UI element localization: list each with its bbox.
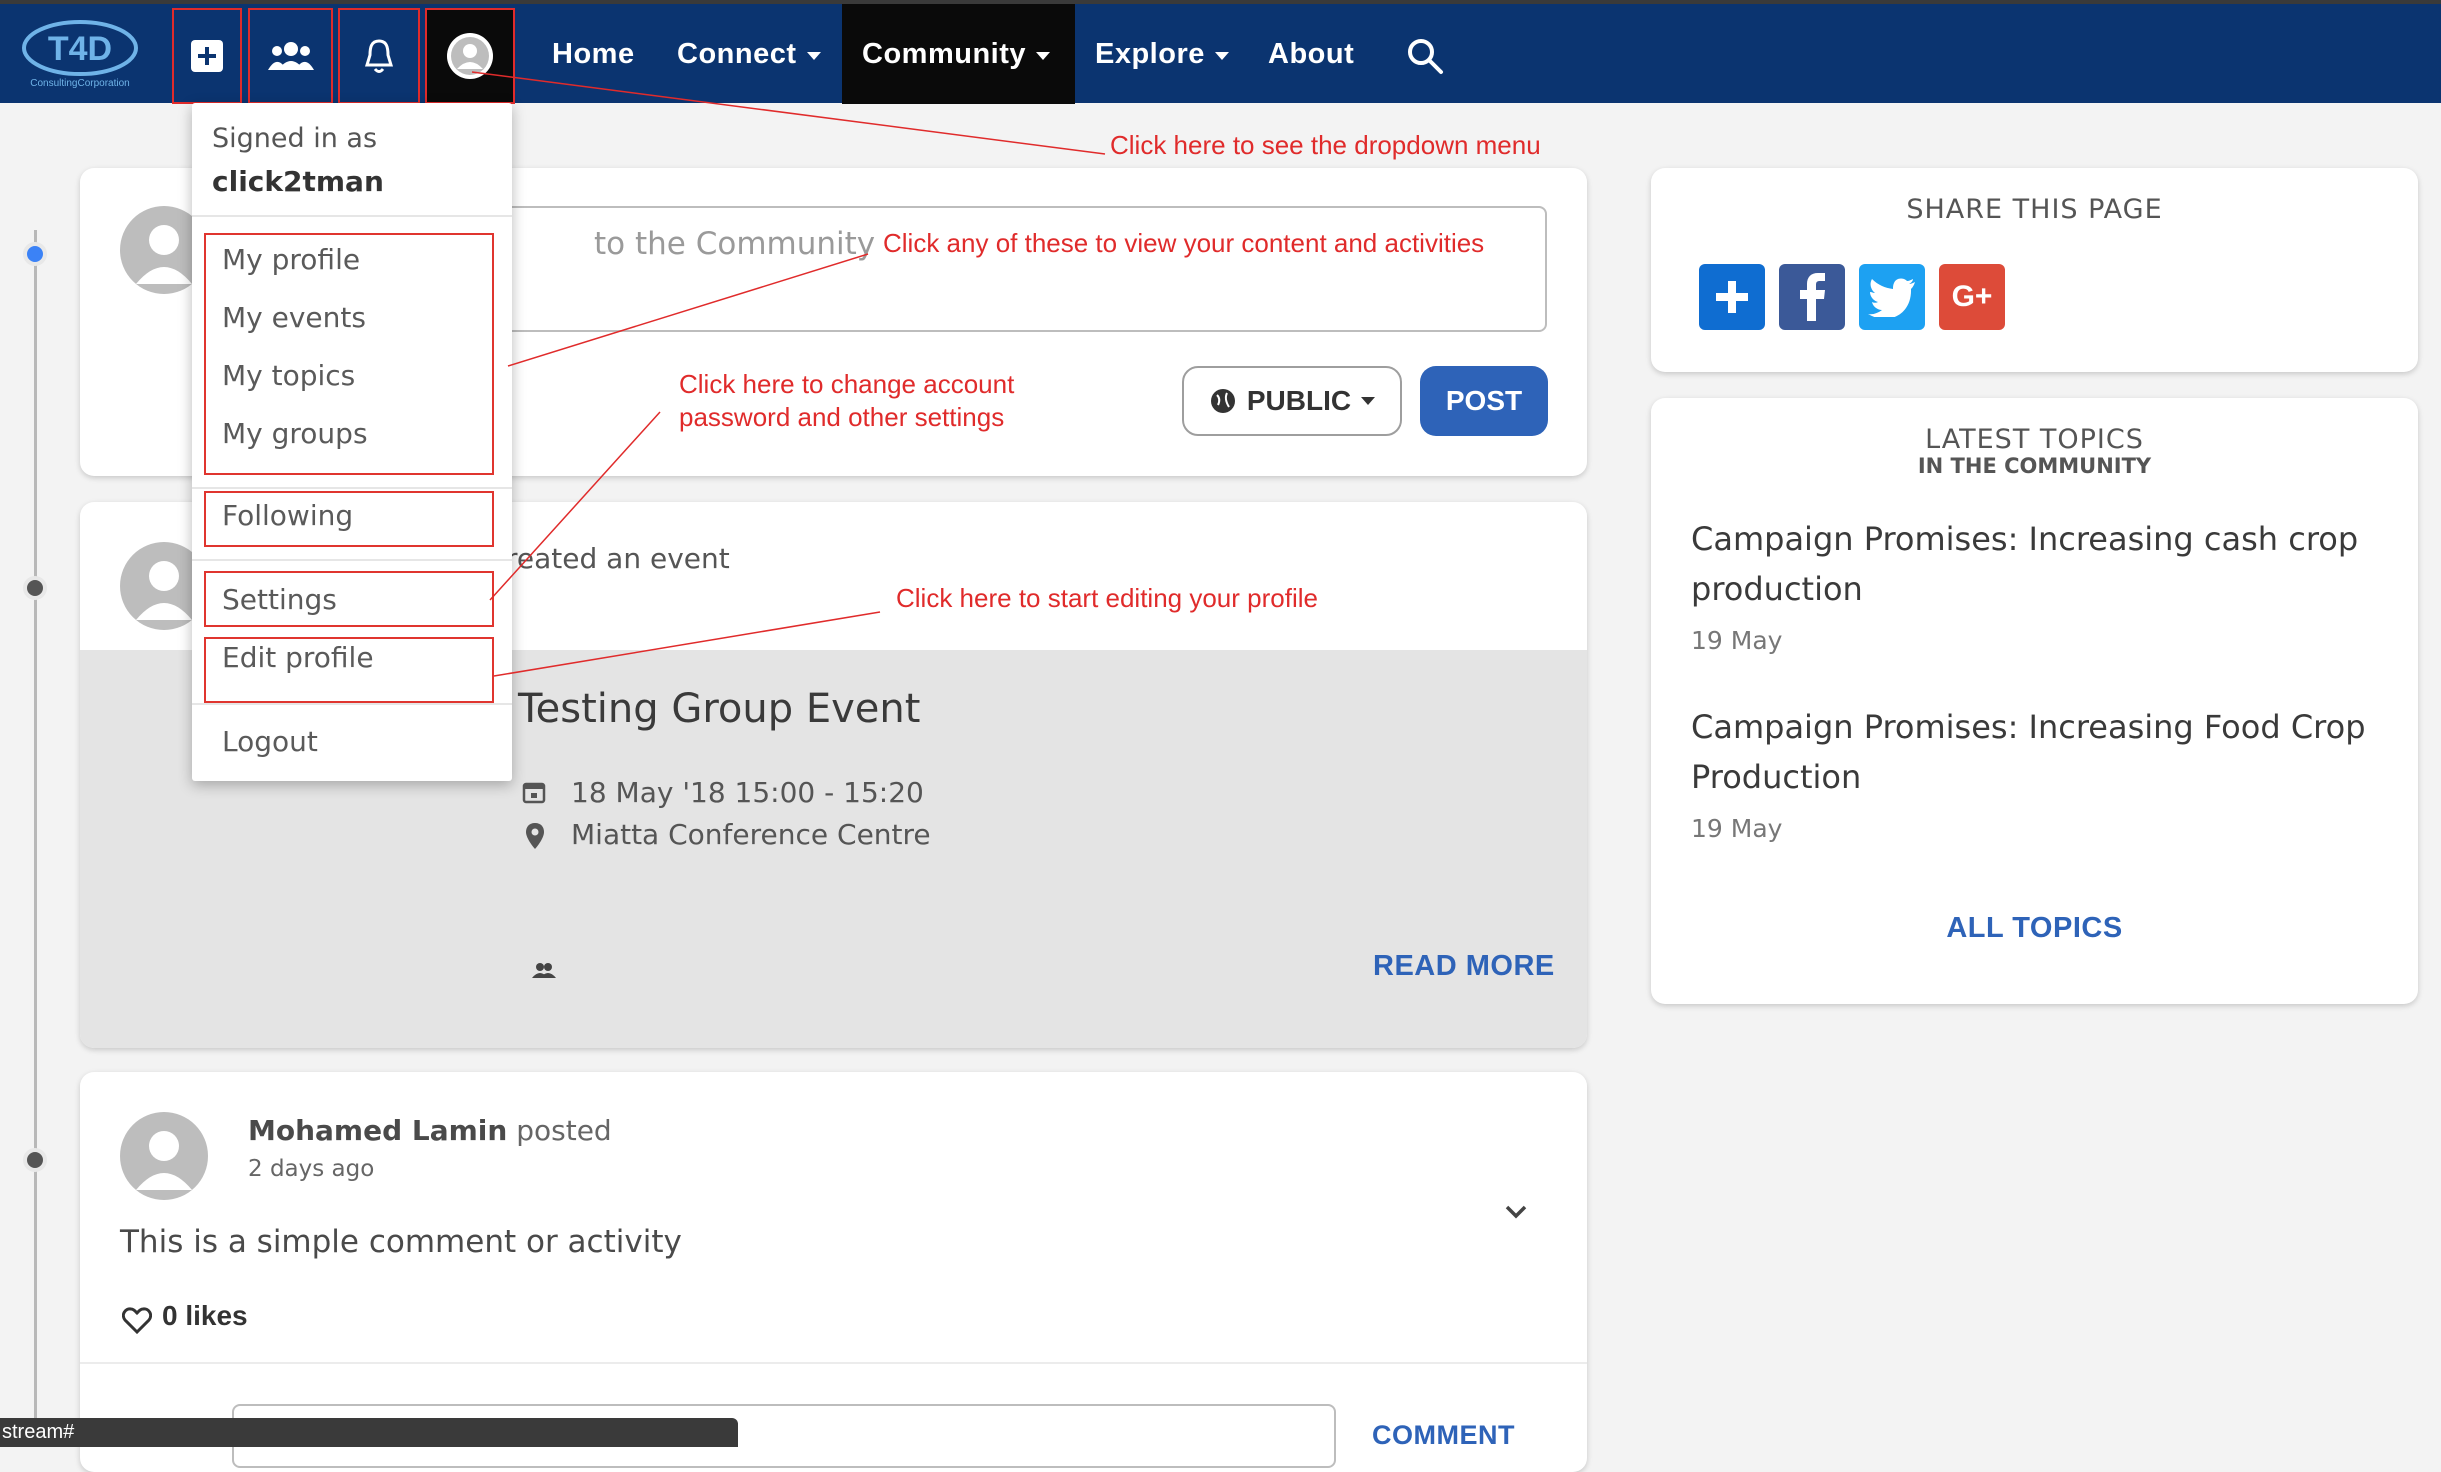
post-textarea[interactable]: to the Community (480, 206, 1547, 332)
share-twitter-button[interactable] (1859, 264, 1925, 330)
post-action: posted (516, 1114, 612, 1147)
location-pin-icon (526, 823, 544, 849)
topic-title-line: Production (1691, 758, 1862, 796)
post-header: Mohamed Lamin posted (248, 1114, 612, 1147)
menu-following[interactable]: Following (222, 499, 353, 532)
nav-community-label: Community (862, 37, 1026, 70)
menu-settings[interactable]: Settings (222, 583, 337, 616)
divider (192, 703, 512, 705)
logo-subtext: ConsultingCorporation (30, 78, 130, 89)
activity-post-card: Mohamed Lamin posted 2 days ago This is … (80, 1072, 1587, 1472)
plus-square-icon (191, 40, 223, 72)
chevron-down-icon[interactable] (1504, 1204, 1528, 1220)
twitter-icon (1868, 278, 1915, 317)
share-facebook-button[interactable] (1779, 264, 1845, 330)
facebook-icon (1800, 273, 1825, 321)
event-action-text: reated an event (506, 542, 730, 575)
heart-icon[interactable] (122, 1306, 152, 1334)
menu-my-events[interactable]: My events (222, 301, 366, 334)
read-more-link[interactable]: READ MORE (1373, 950, 1555, 983)
likes-count[interactable]: 0 likes (162, 1300, 248, 1332)
event-date: 18 May '18 15:00 - 15:20 (571, 776, 924, 809)
annotation-settings-line: Click here to change account (679, 369, 1015, 399)
latest-title: LATEST TOPICS (1925, 424, 2144, 455)
globe-icon (1210, 389, 1235, 413)
signed-in-label: Signed in as (212, 123, 378, 154)
topic-date: 19 May (1691, 814, 1783, 843)
group-icon (532, 963, 556, 978)
annotation-edit-profile: Click here to start editing your profile (896, 583, 1318, 613)
calendar-icon (522, 782, 546, 804)
latest-subtitle: IN THE COMMUNITY (1917, 454, 2152, 478)
topic-title-line: Campaign Promises: Increasing cash crop (1691, 520, 2359, 558)
nav-community[interactable]: Community (842, 4, 1075, 104)
event-title[interactable]: Testing Group Event (518, 686, 920, 732)
logo-text: T4D (48, 30, 112, 68)
topic-title-line: Campaign Promises: Increasing Food Crop (1691, 708, 2366, 746)
chevron-down-icon (1036, 52, 1050, 60)
divider (192, 487, 512, 489)
nav-home[interactable]: Home (552, 4, 635, 104)
visibility-select[interactable]: PUBLIC (1182, 366, 1402, 436)
plus-icon (1716, 281, 1748, 313)
topic-link[interactable]: Campaign Promises: Increasing Food Crop … (1691, 702, 2366, 802)
status-bar-url: stream# (0, 1418, 738, 1447)
share-addthis-button[interactable] (1699, 264, 1765, 330)
chevron-down-icon (1214, 52, 1229, 60)
nav-connect[interactable]: Connect (677, 4, 821, 104)
comment-button[interactable]: COMMENT (1372, 1420, 1515, 1451)
event-location: Miatta Conference Centre (571, 818, 931, 851)
post-placeholder: to the Community (594, 226, 876, 262)
annotation-settings: Click here to change account password an… (679, 368, 1014, 434)
annotation-settings-line: password and other settings (679, 402, 1005, 432)
nav-explore-label: Explore (1095, 37, 1205, 70)
menu-my-profile[interactable]: My profile (222, 243, 360, 276)
search-icon (1408, 39, 1443, 74)
nav-connect-label: Connect (677, 37, 797, 70)
logo[interactable]: T4D ConsultingCorporation (18, 18, 143, 90)
account-avatar-icon (447, 33, 493, 79)
timeline-dot (23, 576, 47, 600)
annotation-content: Click any of these to view your content … (883, 228, 1485, 258)
account-dropdown-menu: Signed in as click2tman My profile My ev… (192, 103, 512, 781)
chevron-down-icon (806, 52, 821, 60)
all-topics-link[interactable]: ALL TOPICS (1651, 912, 2418, 945)
top-navbar: T4D ConsultingCorporation Home Connect C… (0, 0, 2441, 104)
post-time[interactable]: 2 days ago (248, 1156, 374, 1182)
notifications-button[interactable] (338, 8, 420, 104)
latest-topics-card: LATEST TOPICS IN THE COMMUNITY Campaign … (1651, 398, 2418, 1004)
menu-my-topics[interactable]: My topics (222, 359, 355, 392)
divider (80, 1362, 1587, 1364)
share-card: SHARE THIS PAGE G+ (1651, 168, 2418, 372)
post-button[interactable]: POST (1420, 366, 1548, 436)
topic-title-line: production (1691, 570, 1863, 608)
signed-in-username: click2tman (212, 165, 384, 198)
search-button[interactable] (1405, 36, 1445, 80)
visibility-label: PUBLIC (1246, 385, 1352, 416)
post-body: This is a simple comment or activity (120, 1224, 682, 1260)
nav-explore[interactable]: Explore (1095, 4, 1229, 104)
group-icon (267, 42, 314, 70)
menu-edit-profile[interactable]: Edit profile (222, 641, 374, 674)
timeline-dot (23, 1148, 47, 1172)
divider (192, 215, 512, 217)
caret-down-icon (1361, 397, 1376, 405)
author-name[interactable]: Mohamed Lamin (248, 1114, 507, 1147)
menu-my-groups[interactable]: My groups (222, 417, 368, 450)
timeline-line (34, 230, 37, 1447)
nav-about[interactable]: About (1268, 4, 1354, 104)
topic-link[interactable]: Campaign Promises: Increasing cash crop … (1691, 514, 2358, 614)
avatar (120, 1112, 208, 1200)
topic-date: 19 May (1691, 626, 1783, 655)
menu-logout[interactable]: Logout (222, 725, 318, 758)
account-menu-button[interactable] (425, 8, 515, 104)
groups-button[interactable] (248, 8, 333, 104)
divider (192, 559, 512, 561)
create-button[interactable] (172, 8, 242, 104)
share-title: SHARE THIS PAGE (1906, 194, 2163, 225)
annotation-dropdown: Click here to see the dropdown menu (1110, 130, 1541, 160)
share-google-button[interactable]: G+ (1939, 264, 2005, 330)
bell-icon (364, 39, 394, 73)
timeline-dot-active (23, 242, 47, 266)
